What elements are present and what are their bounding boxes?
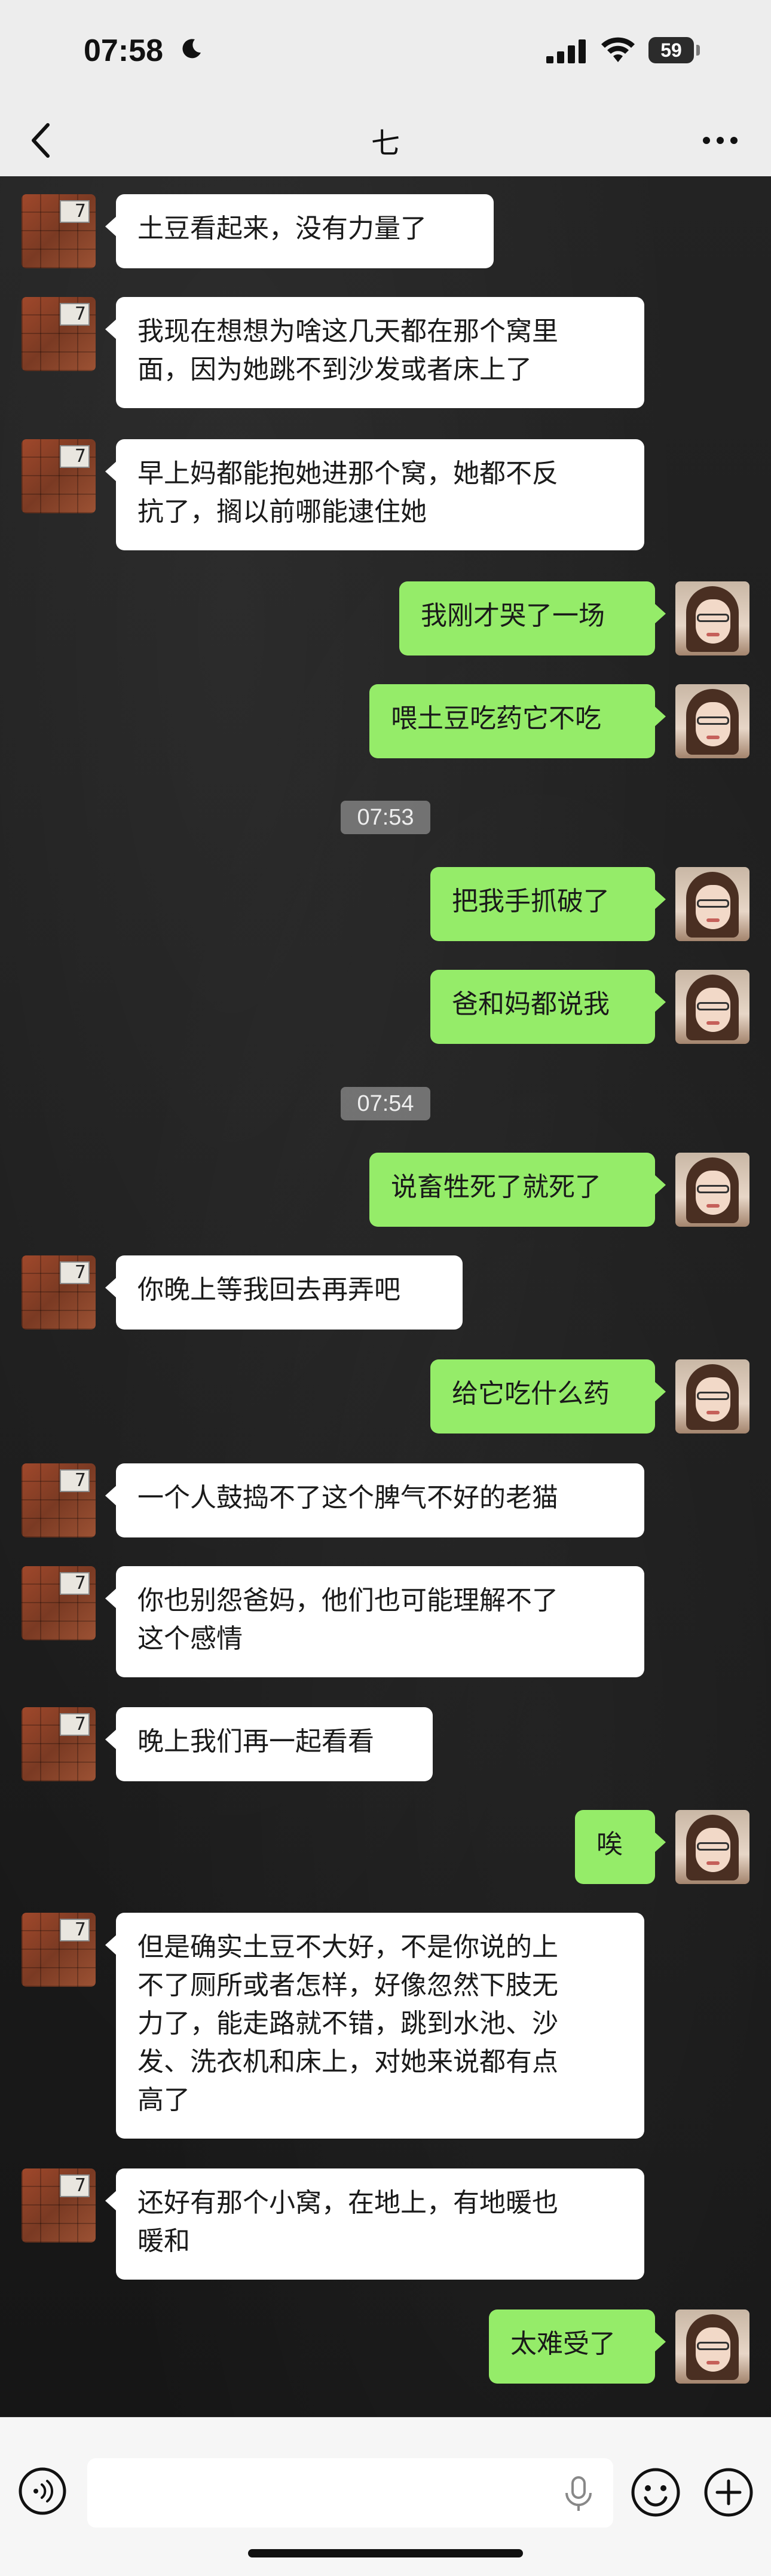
message-bubble[interactable]: 把我手抓破了: [430, 867, 666, 941]
message-text: 我刚才哭了一场: [421, 601, 605, 631]
input-bar: [0, 2417, 771, 2576]
home-indicator: [248, 2549, 523, 2557]
message-text: 高了: [137, 2085, 190, 2115]
avatar[interactable]: 7: [22, 1707, 96, 1781]
message-text: 面，因为她跳不到沙发或者床上了: [137, 354, 532, 385]
message-text: 早上妈都能抱她进那个窝，她都不反: [137, 458, 558, 489]
message-text: 给它吃什么药: [452, 1379, 610, 1409]
message-text: 把我手抓破了: [452, 886, 610, 917]
message-text: 暖和: [137, 2226, 190, 2256]
message-text: 但是确实土豆不大好，不是你说的上: [137, 1932, 558, 1962]
avatar[interactable]: [675, 1810, 749, 1884]
message-text: 抗了，搁以前哪能逮住她: [137, 497, 427, 527]
avatar[interactable]: [675, 1359, 749, 1434]
avatar[interactable]: 7: [22, 1255, 96, 1330]
status-time: 07:58: [84, 33, 163, 68]
message-bubble[interactable]: 还好有那个小窝，在地上，有地暖也 暖和: [105, 2168, 644, 2280]
message-text: 说畜牲死了就死了: [391, 1172, 601, 1202]
message-bubble[interactable]: 说畜牲死了就死了: [369, 1153, 666, 1227]
message-bubble[interactable]: 但是确实土豆不大好，不是你说的上 不了厕所或者怎样，好像忽然下肢无 力了，能走路…: [105, 1913, 644, 2139]
message-bubble[interactable]: 喂土豆吃药它不吃: [369, 684, 666, 758]
message-bubble[interactable]: 爸和妈都说我: [430, 970, 666, 1044]
chat-title: 七: [371, 127, 400, 160]
avatar[interactable]: 7: [22, 297, 96, 371]
signal-icon: [546, 39, 586, 63]
message-bubble[interactable]: 给它吃什么药: [430, 1359, 666, 1434]
message-bubble[interactable]: 你晚上等我回去再弄吧: [105, 1255, 463, 1330]
avatar[interactable]: 7: [22, 439, 96, 513]
message-bubble[interactable]: 我现在想想为啥这几天都在那个窝里 面，因为她跳不到沙发或者床上了: [105, 297, 644, 408]
avatar[interactable]: 7: [22, 194, 96, 268]
message-text: 我现在想想为啥这几天都在那个窝里: [137, 316, 558, 347]
avatar[interactable]: 7: [22, 1913, 96, 1987]
plus-icon[interactable]: [703, 2467, 754, 2518]
status-bar: 07:58 59: [0, 0, 771, 105]
avatar[interactable]: 7: [22, 1463, 96, 1537]
timestamp: 07:54: [341, 1087, 430, 1120]
avatar[interactable]: [675, 581, 749, 656]
avatar[interactable]: 7: [22, 1566, 96, 1640]
avatar[interactable]: [675, 2309, 749, 2384]
message-bubble[interactable]: 土豆看起来，没有力量了: [105, 194, 494, 268]
timestamp: 07:53: [341, 801, 430, 834]
mic-icon[interactable]: [562, 2476, 595, 2512]
voice-icon[interactable]: [18, 2467, 67, 2516]
message-text: 还好有那个小窝，在地上，有地暖也: [137, 2188, 558, 2218]
message-bubble[interactable]: 唉: [575, 1810, 666, 1884]
avatar[interactable]: [675, 684, 749, 758]
message-text: 土豆看起来，没有力量了: [137, 213, 427, 244]
emoji-icon[interactable]: [630, 2467, 681, 2518]
message-text: 喂土豆吃药它不吃: [391, 703, 601, 734]
message-text: 力了，能走路就不错，跳到水池、沙: [137, 2008, 558, 2039]
message-text: 唉: [596, 1829, 623, 1860]
message-text: 不了厕所或者怎样，好像忽然下肢无: [137, 1970, 558, 2001]
message-input[interactable]: [87, 2458, 613, 2528]
message-bubble[interactable]: 早上妈都能抱她进那个窝，她都不反 抗了，搁以前哪能逮住她: [105, 439, 644, 550]
wifi-icon: [601, 37, 635, 62]
avatar[interactable]: [675, 867, 749, 941]
message-text: 一个人鼓捣不了这个脾气不好的老猫: [137, 1482, 558, 1513]
message-text: 发、洗衣机和床上，对她来说都有点: [137, 2047, 558, 2077]
avatar[interactable]: [675, 1153, 749, 1227]
message-bubble[interactable]: 你也别怨爸妈，他们也可能理解不了 这个感情: [105, 1566, 644, 1677]
message-text: 这个感情: [137, 1624, 243, 1654]
message-bubble[interactable]: 太难受了: [489, 2309, 666, 2384]
message-bubble[interactable]: 我刚才哭了一场: [399, 581, 666, 656]
message-text: 你也别怨爸妈，他们也可能理解不了: [137, 1585, 558, 1616]
message-bubble[interactable]: 晚上我们再一起看看: [105, 1707, 433, 1781]
message-text: 你晚上等我回去再弄吧: [137, 1275, 400, 1305]
avatar[interactable]: [675, 970, 749, 1044]
message-bubble[interactable]: 一个人鼓捣不了这个脾气不好的老猫: [105, 1463, 644, 1537]
chat-area[interactable]: 7 土豆看起来，没有力量了 7 我现在想想为啥这几天都在那个窝里 面，因为她跳不…: [0, 176, 771, 2417]
moon-icon: [182, 39, 201, 59]
chat-header: 七: [0, 105, 771, 176]
battery-tip: [696, 45, 700, 56]
avatar[interactable]: 7: [22, 2168, 96, 2243]
message-text: 晚上我们再一起看看: [137, 1726, 374, 1757]
message-text: 爸和妈都说我: [452, 989, 610, 1019]
battery-indicator: 59: [648, 37, 694, 63]
more-icon[interactable]: [699, 122, 741, 158]
message-text: 太难受了: [510, 2329, 616, 2359]
